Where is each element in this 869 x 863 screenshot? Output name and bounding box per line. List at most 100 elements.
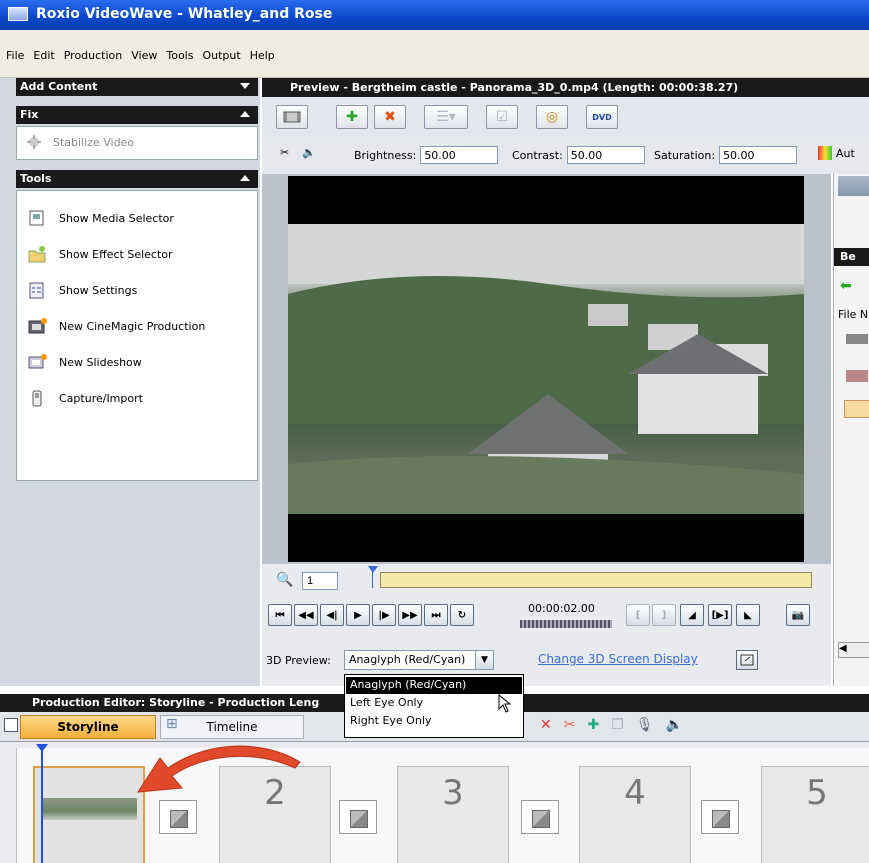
delete-icon[interactable]: ✕ <box>540 717 552 733</box>
storyline-slot-4[interactable]: 4 <box>579 766 691 863</box>
transition-slot[interactable] <box>701 800 739 834</box>
tab-timeline[interactable]: Timeline <box>160 715 304 739</box>
transition-slot[interactable] <box>339 800 377 834</box>
disabled-button[interactable]: ☑ <box>486 105 518 129</box>
storyline-slot-3[interactable]: 3 <box>397 766 509 863</box>
capture-icon <box>32 390 42 407</box>
scroll-left-button[interactable]: ◀ <box>838 642 869 658</box>
chevron-up-icon <box>240 111 250 117</box>
dropdown-arrow-icon[interactable]: ▼ <box>475 651 493 669</box>
file-thumb[interactable] <box>846 334 868 344</box>
video-preview <box>288 176 804 562</box>
mark-out-button[interactable]: ] <box>652 604 676 626</box>
clip-thumbnail <box>41 798 137 820</box>
video-frame <box>288 224 804 514</box>
align-icon: ☰▾ <box>436 109 456 125</box>
saturation-input[interactable] <box>719 146 798 164</box>
new-cinemagic-production[interactable]: New CineMagic Production <box>27 317 205 335</box>
preview-3d-select[interactable]: Anaglyph (Red/Cyan) ▼ <box>344 650 494 670</box>
scrubber-handle[interactable] <box>368 566 378 573</box>
preview-toolbar: ✚ ✖ ☰▾ ☑ ◎ DVD <box>262 97 869 137</box>
fast-forward-button[interactable]: ▶▶ <box>398 604 422 626</box>
auto-label: Aut <box>836 146 855 160</box>
right-panel: Be ⬅ File N ◀ <box>833 174 869 686</box>
add-content-header[interactable]: Add Content <box>16 78 258 96</box>
timeline-icon: ⊞ <box>166 716 178 732</box>
contrast-label: Contrast: <box>512 148 563 162</box>
adjust-toolbar: ✂ 🔈 Brightness: Contrast: Saturation: Au… <box>262 137 869 174</box>
right-panel-tab[interactable] <box>838 176 869 196</box>
menu-file[interactable]: File <box>6 49 24 62</box>
back-arrow-icon[interactable]: ⬅ <box>840 278 852 294</box>
option-right-eye[interactable]: Right Eye Only <box>346 713 522 730</box>
copy-icon[interactable]: ❐ <box>611 717 624 733</box>
title-bar: Roxio VideoWave - Whatley_and Rose <box>0 0 869 30</box>
play-button[interactable]: ▶ <box>346 604 370 626</box>
fix-header[interactable]: Fix <box>16 106 258 124</box>
fix-box: Stabilize Video <box>16 126 258 160</box>
tools-header[interactable]: Tools <box>16 170 258 188</box>
show-media-selector[interactable]: Show Media Selector <box>27 209 174 227</box>
color-icon[interactable] <box>818 146 832 160</box>
preview-3d-select-value: Anaglyph (Red/Cyan) <box>349 653 466 666</box>
new-slideshow[interactable]: New Slideshow <box>27 353 142 371</box>
scissors-icon[interactable]: ✂ <box>280 146 289 159</box>
app-icon <box>8 7 28 21</box>
trim-start-button[interactable]: ◢ <box>680 604 704 626</box>
add-button[interactable]: ✚ <box>336 105 368 129</box>
storyline-playhead[interactable] <box>41 746 43 863</box>
tab-storyline[interactable]: Storyline <box>20 715 156 739</box>
file-thumb[interactable] <box>846 370 868 382</box>
timecode-bar <box>520 620 612 628</box>
go-start-button[interactable]: ⏮ <box>268 604 292 626</box>
delete-button[interactable]: ✖ <box>374 105 406 129</box>
add-clip-icon[interactable]: ✚ <box>587 717 599 733</box>
playhead-marker[interactable] <box>36 744 48 752</box>
step-back-button[interactable]: ◀| <box>320 604 344 626</box>
tools-box: Show Media Selector Show Effect Selector… <box>16 190 258 481</box>
show-effect-selector[interactable]: Show Effect Selector <box>27 245 173 263</box>
go-end-button[interactable]: ⏭ <box>424 604 448 626</box>
brightness-input[interactable] <box>420 146 499 164</box>
camera-icon: 📷 <box>791 609 805 621</box>
play-selection-button[interactable]: [▶] <box>708 604 732 626</box>
mark-in-button[interactable]: [ <box>626 604 650 626</box>
scissors-icon[interactable]: ✂ <box>564 717 576 733</box>
menu-edit[interactable]: Edit <box>33 49 54 62</box>
fullscreen-button[interactable] <box>736 650 758 670</box>
menu-production[interactable]: Production <box>64 49 123 62</box>
trim-end-button[interactable]: ◣ <box>736 604 760 626</box>
storyline-slot-1[interactable] <box>33 766 145 863</box>
menu-tools[interactable]: Tools <box>166 49 193 62</box>
loop-button[interactable]: ↻ <box>450 604 474 626</box>
disc-icon: ◎ <box>545 109 559 125</box>
storyline-slot-5[interactable]: 5 <box>761 766 869 863</box>
step-forward-button[interactable]: |▶ <box>372 604 396 626</box>
rewind-button[interactable]: ◀◀ <box>294 604 318 626</box>
volume-icon[interactable]: 🔈 <box>666 717 683 733</box>
menu-help[interactable]: Help <box>250 49 275 62</box>
snapshot-button[interactable]: 📷 <box>786 604 810 626</box>
disc-button[interactable]: ◎ <box>536 105 568 129</box>
volume-icon[interactable]: 🔈 <box>302 146 316 159</box>
change-3d-screen-link[interactable]: Change 3D Screen Display <box>538 652 698 666</box>
transition-slot[interactable] <box>521 800 559 834</box>
option-left-eye[interactable]: Left Eye Only <box>346 695 522 712</box>
option-anaglyph[interactable]: Anaglyph (Red/Cyan) <box>346 677 522 694</box>
show-settings[interactable]: Show Settings <box>27 281 137 299</box>
zoom-icon[interactable]: 🔍 <box>276 572 293 588</box>
contrast-input[interactable] <box>566 146 645 164</box>
menu-output[interactable]: Output <box>202 49 240 62</box>
right-panel-header: Be <box>834 248 869 266</box>
zoom-input[interactable] <box>302 572 338 590</box>
capture-import[interactable]: Capture/Import <box>27 389 143 407</box>
scrubber-track[interactable] <box>380 572 812 588</box>
dvd-button[interactable]: DVD <box>586 105 618 129</box>
menu-view[interactable]: View <box>131 49 157 62</box>
effect-selector-icon <box>28 246 46 263</box>
file-thumb-selected[interactable] <box>844 400 869 418</box>
microphone-icon[interactable]: 🎙 <box>636 717 654 733</box>
film-button[interactable] <box>276 105 308 129</box>
preview-header: Preview - Bergtheim castle - Panorama_3D… <box>262 78 869 97</box>
align-button[interactable]: ☰▾ <box>424 105 468 129</box>
